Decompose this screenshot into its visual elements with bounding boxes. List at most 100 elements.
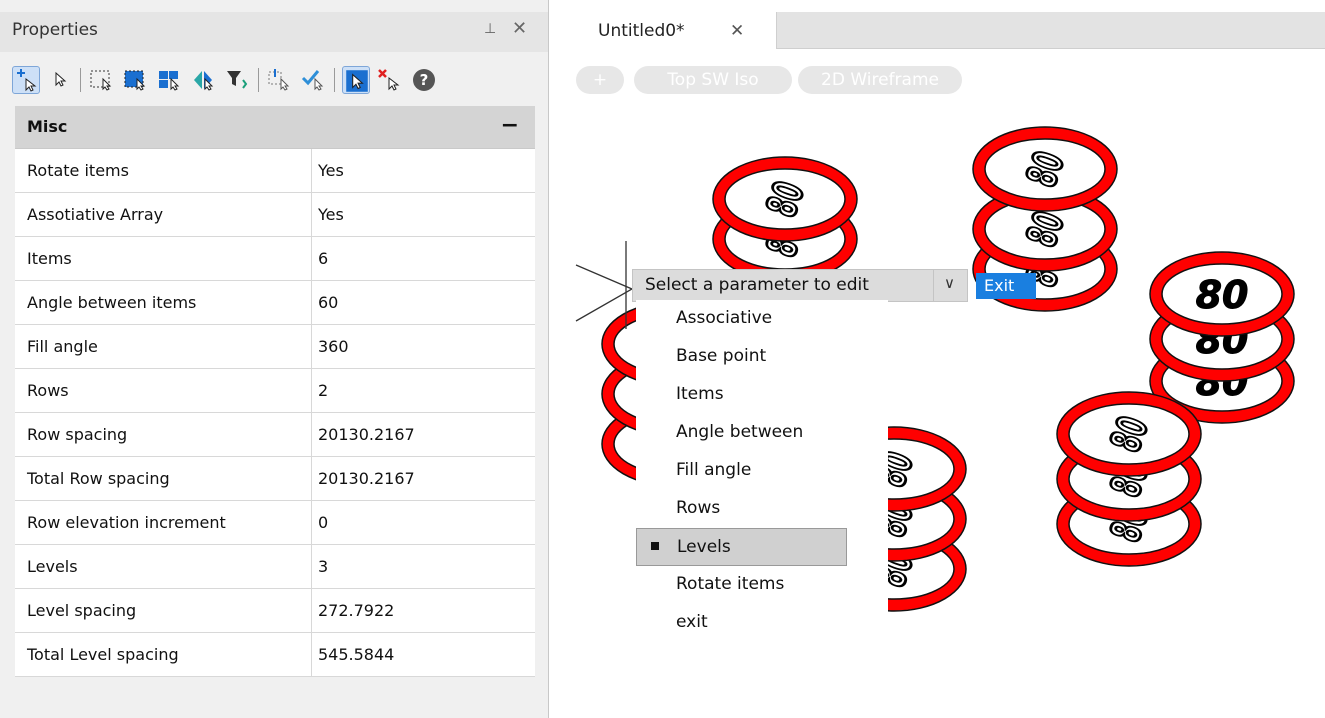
menu-item-angle-between[interactable]: Angle between <box>636 414 886 452</box>
select-window-icon[interactable] <box>88 66 116 94</box>
menu-item-rows[interactable]: Rows <box>636 490 886 528</box>
menu-item-label: Angle between <box>676 422 804 442</box>
menu-item-exit[interactable]: exit <box>636 604 886 642</box>
property-name: Row spacing <box>27 425 128 444</box>
property-value[interactable]: Yes <box>318 161 344 180</box>
menu-item-label: exit <box>676 612 708 632</box>
menu-item-fill-angle[interactable]: Fill angle <box>636 452 886 490</box>
menu-item-label: Associative <box>676 308 773 328</box>
tab-label: Untitled0* <box>598 21 685 41</box>
quick-select-icon[interactable] <box>156 66 184 94</box>
property-name: Row elevation increment <box>27 513 226 532</box>
property-name: Items <box>27 249 72 268</box>
property-name: Total Row spacing <box>27 469 170 488</box>
match-properties-icon[interactable] <box>266 66 294 94</box>
menu-item-label: Rotate items <box>676 574 785 594</box>
property-grid: Misc − Rotate items Yes Assotiative Array Y… <box>15 106 535 677</box>
menu-item-associative[interactable]: Associative <box>636 300 886 338</box>
menu-item-levels[interactable]: Levels <box>636 528 847 566</box>
property-name-cell: Row spacing <box>15 413 312 456</box>
menu-item-label: Base point <box>676 346 767 366</box>
property-name-cell: Assotiative Array <box>15 193 312 236</box>
property-row[interactable]: Levels 3 <box>15 545 535 589</box>
menu-item-base-point[interactable]: Base point <box>636 338 886 376</box>
property-row[interactable]: Rows 2 <box>15 369 535 413</box>
property-name-cell: Row elevation increment <box>15 501 312 544</box>
property-value[interactable]: Yes <box>318 205 344 224</box>
menu-item-label: Fill angle <box>676 460 752 480</box>
tab-untitled0[interactable]: Untitled0* ✕ <box>554 12 777 49</box>
add-selection-icon[interactable] <box>12 66 40 94</box>
properties-toolbar: ? <box>12 62 538 100</box>
property-name-cell: Levels <box>15 545 312 588</box>
property-value[interactable]: 20130.2167 <box>318 469 415 488</box>
pin-icon[interactable]: ⊥ <box>484 21 496 37</box>
property-name: Angle between items <box>27 293 197 312</box>
parameter-menu: Associative Base point Items Angle between F… <box>636 300 888 650</box>
property-value[interactable]: 0 <box>318 513 328 532</box>
selected-bullet-icon <box>651 542 659 550</box>
property-row[interactable]: Total Row spacing 20130.2167 <box>15 457 535 501</box>
property-name: Level spacing <box>27 601 137 620</box>
parameter-prompt-label: Select a parameter to edit <box>645 275 869 295</box>
property-value[interactable]: 6 <box>318 249 328 268</box>
drawing-canvas[interactable]: + Top SW Iso 2D Wireframe 80 80 <box>554 49 1325 718</box>
section-header-misc[interactable]: Misc − <box>15 106 535 149</box>
property-value[interactable]: 545.5844 <box>318 645 394 664</box>
property-row[interactable]: Fill angle 360 <box>15 325 535 369</box>
property-row[interactable]: Row elevation increment 0 <box>15 501 535 545</box>
document-tab-bar: Untitled0* ✕ <box>554 12 1325 49</box>
property-row[interactable]: Items 6 <box>15 237 535 281</box>
property-row[interactable]: Level spacing 272.7922 <box>15 589 535 633</box>
pickadd-icon[interactable] <box>342 66 370 94</box>
remove-icon[interactable] <box>376 66 404 94</box>
property-name-cell: Fill angle <box>15 325 312 368</box>
close-tab-button[interactable]: ✕ <box>730 21 744 41</box>
property-name-cell: Total Row spacing <box>15 457 312 500</box>
dropdown-button[interactable]: ∨ <box>933 270 968 301</box>
menu-item-label: Items <box>676 384 724 404</box>
exit-button[interactable]: Exit <box>976 273 1036 299</box>
properties-title-bar: Properties ⊥ ✕ <box>0 12 548 52</box>
property-name-cell: Items <box>15 237 312 280</box>
property-name-cell: Total Level spacing <box>15 633 312 676</box>
property-row[interactable]: Total Level spacing 545.5844 <box>15 633 535 677</box>
close-panel-button[interactable]: ✕ <box>512 18 527 39</box>
property-name: Fill angle <box>27 337 98 356</box>
properties-panel: Properties ⊥ ✕ ? Misc − Rotate items Yes… <box>0 0 549 718</box>
sign-stack-4 <box>1057 392 1201 566</box>
properties-title: Properties <box>12 20 98 40</box>
menu-item-label: Levels <box>677 537 731 557</box>
svg-text:?: ? <box>420 71 429 89</box>
property-name: Total Level spacing <box>27 645 179 664</box>
property-value[interactable]: 60 <box>318 293 338 312</box>
property-row[interactable]: Rotate items Yes <box>15 149 535 193</box>
section-label: Misc <box>27 117 68 136</box>
select-similar-icon[interactable] <box>190 66 218 94</box>
select-icon[interactable] <box>46 66 74 94</box>
property-name: Levels <box>27 557 78 576</box>
parameter-select-box[interactable]: Select a parameter to edit ∨ <box>632 269 968 302</box>
collapse-icon[interactable]: − <box>501 113 519 138</box>
property-value[interactable]: 272.7922 <box>318 601 394 620</box>
property-name-cell: Level spacing <box>15 589 312 632</box>
filter-icon[interactable] <box>224 66 252 94</box>
help-icon[interactable]: ? <box>410 66 438 94</box>
property-value[interactable]: 3 <box>318 557 328 576</box>
property-name: Assotiative Array <box>27 205 164 224</box>
property-row[interactable]: Angle between items 60 <box>15 281 535 325</box>
sign-stack-3 <box>1150 252 1294 423</box>
property-value[interactable]: 360 <box>318 337 349 356</box>
select-crossing-icon[interactable] <box>122 66 150 94</box>
menu-item-label: Rows <box>676 498 721 518</box>
menu-item-rotate-items[interactable]: Rotate items <box>636 566 886 604</box>
property-value[interactable]: 2 <box>318 381 328 400</box>
check-icon[interactable] <box>300 66 328 94</box>
property-name-cell: Angle between items <box>15 281 312 324</box>
property-row[interactable]: Assotiative Array Yes <box>15 193 535 237</box>
property-row[interactable]: Row spacing 20130.2167 <box>15 413 535 457</box>
property-name: Rotate items <box>27 161 129 180</box>
menu-item-items[interactable]: Items <box>636 376 886 414</box>
chevron-down-icon: ∨ <box>944 274 955 292</box>
property-value[interactable]: 20130.2167 <box>318 425 415 444</box>
